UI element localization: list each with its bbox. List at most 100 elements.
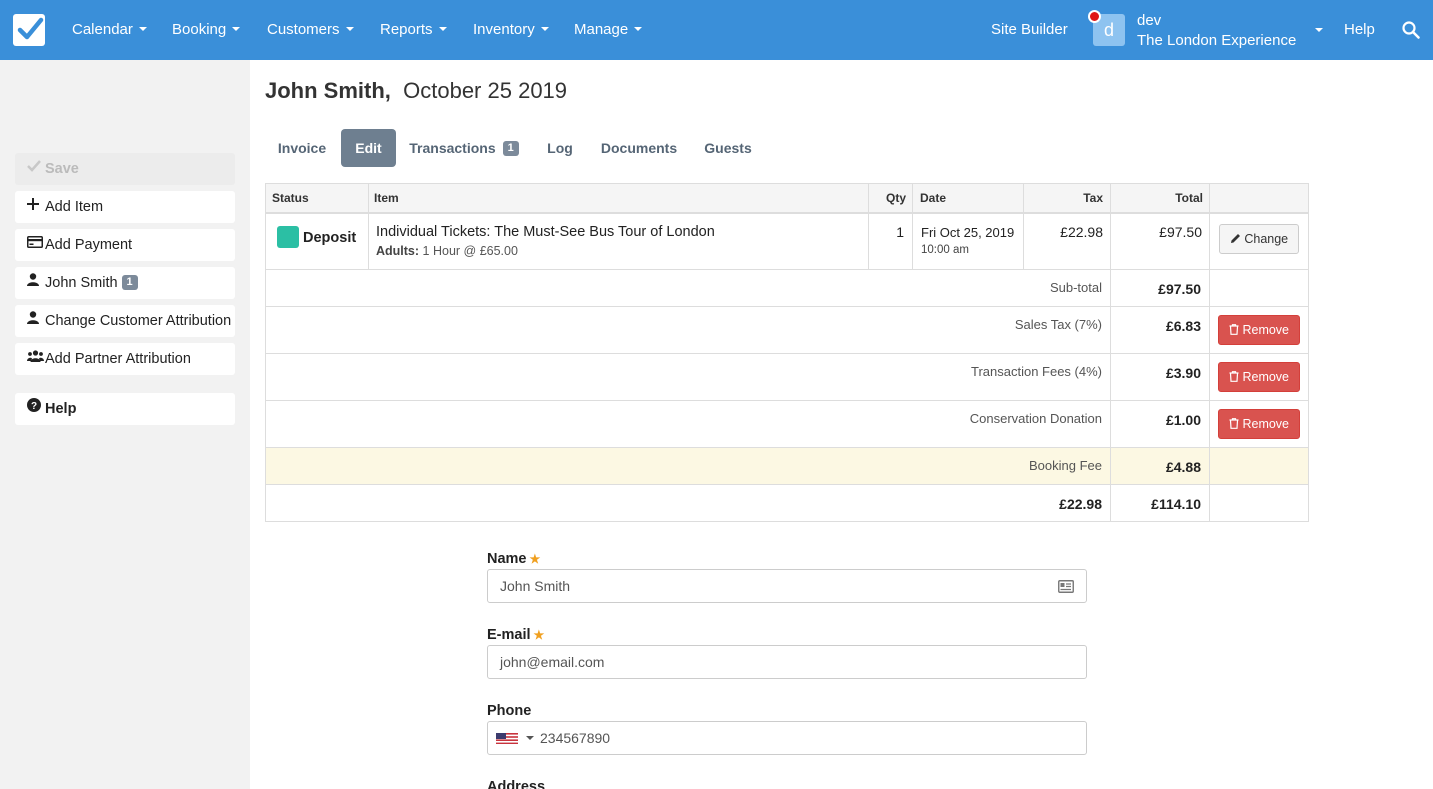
grand-total-value: £114.10 <box>1151 496 1201 512</box>
add-payment-button[interactable]: Add Payment <box>15 229 235 261</box>
address-label: Address <box>487 779 546 789</box>
us-flag-icon[interactable] <box>496 733 518 744</box>
required-star-icon: ★ <box>533 628 545 642</box>
user-icon <box>27 267 43 298</box>
nav-inventory[interactable]: Inventory <box>473 0 549 60</box>
status-deposit: Deposit <box>303 230 357 246</box>
fee-label: Sales Tax (7%) <box>1014 317 1102 332</box>
change-customer-attribution-button[interactable]: Change Customer Attribution <box>15 305 235 337</box>
nav-reports[interactable]: Reports <box>380 0 447 60</box>
email-input[interactable]: john@email.com <box>487 645 1087 679</box>
remove-label: Remove <box>1242 323 1290 337</box>
phone-input-value: 234567890 <box>540 730 611 746</box>
nav-label: Reports <box>380 21 433 38</box>
header-item: Item <box>374 191 399 205</box>
caret-down-icon <box>138 27 147 32</box>
nav-label: Inventory <box>473 21 535 38</box>
total-tax-value: £22.98 <box>1059 496 1102 512</box>
question-circle-icon: ? <box>27 393 43 424</box>
tab-invoice[interactable]: Invoice <box>267 129 337 167</box>
booking-fee-row: Booking Fee £4.88 <box>266 448 1308 485</box>
fee-row: Sales Tax (7%) £6.83 Remove <box>266 307 1308 354</box>
subtotal-row: Sub-total £97.50 <box>266 270 1308 307</box>
item-detail-label: Adults: <box>376 244 420 258</box>
help-button[interactable]: ? Help <box>15 393 235 425</box>
nav-help[interactable]: Help <box>1344 0 1375 60</box>
item-qty: 1 <box>896 224 904 240</box>
user-organization[interactable]: The London Experience <box>1137 32 1302 49</box>
caret-down-icon <box>232 27 241 32</box>
header-status: Status <box>272 191 309 205</box>
tab-transactions[interactable]: Transactions 1 <box>404 129 524 167</box>
svg-text:?: ? <box>31 401 37 412</box>
item-title[interactable]: Individual Tickets: The Must-See Bus Tou… <box>376 224 715 240</box>
remove-label: Remove <box>1242 417 1290 431</box>
item-detail-value: 1 Hour @ £65.00 <box>422 244 518 258</box>
header-qty: Qty <box>885 191 906 205</box>
phone-label: Phone <box>487 703 532 719</box>
caret-down-icon <box>540 27 549 32</box>
phone-input[interactable]: 234567890 <box>487 721 1087 755</box>
item-tax: £22.98 <box>1060 224 1103 240</box>
remove-label: Remove <box>1242 370 1290 384</box>
caret-down-icon <box>345 27 354 32</box>
credit-card-icon <box>27 229 43 260</box>
nav-manage[interactable]: Manage <box>574 0 643 60</box>
nav-label: Manage <box>574 21 629 38</box>
country-caret-icon[interactable] <box>526 736 534 740</box>
remove-fee-button[interactable]: Remove <box>1218 362 1300 392</box>
tab-guests[interactable]: Guests <box>696 129 760 167</box>
tab-log[interactable]: Log <box>538 129 582 167</box>
fee-row: Transaction Fees (4%) £3.90 Remove <box>266 354 1308 401</box>
tab-documents[interactable]: Documents <box>594 129 684 167</box>
tab-edit[interactable]: Edit <box>341 129 396 167</box>
remove-fee-button[interactable]: Remove <box>1218 315 1300 345</box>
name-label-text: Name <box>487 551 527 567</box>
notification-dot[interactable] <box>1088 10 1101 23</box>
change-label: Change <box>1244 232 1289 246</box>
pencil-icon <box>1230 234 1240 244</box>
name-input[interactable]: John Smith <box>487 569 1087 603</box>
header-date: Date <box>920 191 947 205</box>
user-organization-label: The London Experience <box>1137 32 1297 49</box>
contact-card-icon[interactable] <box>1058 580 1074 593</box>
nav-calendar[interactable]: Calendar <box>72 0 147 60</box>
sidebar: Save Add Item Add Payment John Smith 1 Ch… <box>0 60 250 789</box>
save-label: Save <box>45 161 79 177</box>
remove-fee-button[interactable]: Remove <box>1218 409 1300 439</box>
fee-value: £6.83 <box>1165 318 1201 334</box>
email-label-text: E-mail <box>487 627 531 643</box>
caret-down-icon <box>438 27 447 32</box>
customer-count-badge: 1 <box>121 274 138 290</box>
booking-fee-label: Booking Fee <box>1029 458 1102 473</box>
change-item-button[interactable]: Change <box>1219 224 1299 254</box>
check-icon <box>27 153 43 184</box>
subtotal-value: £97.50 <box>1158 281 1201 297</box>
nav-site-builder[interactable]: Site Builder <box>991 0 1068 60</box>
header-tax: Tax <box>1083 191 1103 205</box>
required-star-icon: ★ <box>529 552 541 566</box>
add-payment-label: Add Payment <box>45 237 133 253</box>
help-label: Help <box>45 401 77 417</box>
save-button[interactable]: Save <box>15 153 235 185</box>
user-menu-caret-icon[interactable] <box>1315 28 1323 32</box>
item-detail: Adults: 1 Hour @ £65.00 <box>376 244 518 258</box>
add-partner-attribution-button[interactable]: Add Partner Attribution <box>15 343 235 375</box>
table-row: Deposit Individual Tickets: The Must-See… <box>266 214 1308 270</box>
app-logo-checkbox-icon[interactable] <box>13 14 45 46</box>
totals-row: £22.98 £114.10 <box>266 485 1308 522</box>
add-item-button[interactable]: Add Item <box>15 191 235 223</box>
user-name[interactable]: dev <box>1137 12 1161 29</box>
customer-button[interactable]: John Smith 1 <box>15 267 235 299</box>
booking-date-title: October 25 2019 <box>403 78 568 103</box>
name-input-value: John Smith <box>500 578 571 594</box>
change-attribution-label: Change Customer Attribution <box>45 313 232 329</box>
search-icon[interactable] <box>1402 21 1420 39</box>
name-label: Name ★ <box>487 551 540 567</box>
nav-label: Calendar <box>72 21 133 38</box>
nav-customers[interactable]: Customers <box>267 0 354 60</box>
trash-icon <box>1229 324 1239 336</box>
fee-value: £3.90 <box>1165 365 1201 381</box>
nav-booking[interactable]: Booking <box>172 0 241 60</box>
top-navbar: Calendar Booking Customers Reports Inven… <box>0 0 1433 60</box>
